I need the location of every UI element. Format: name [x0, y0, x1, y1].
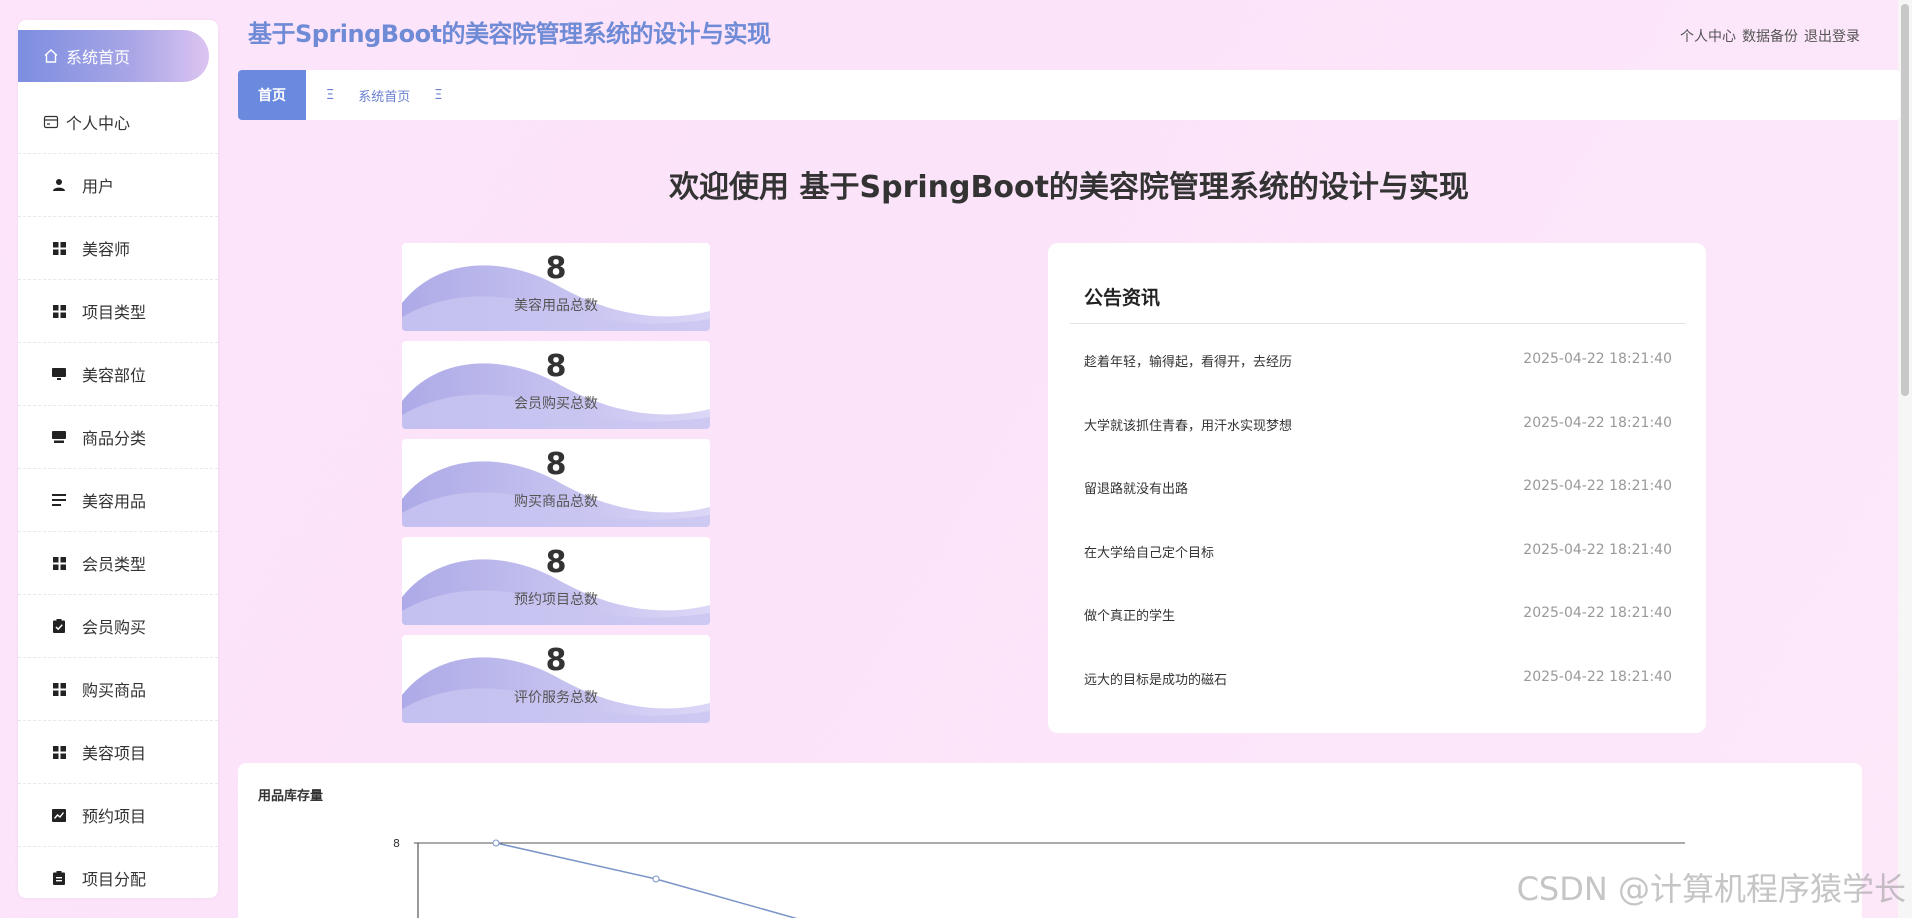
sidebar-item-label: 个人中心 — [66, 114, 131, 133]
breadcrumb-item[interactable]: 系统首页 — [358, 86, 410, 105]
stat-label: 美容用品总数 — [514, 298, 598, 314]
data-point — [492, 839, 500, 847]
user-icon — [50, 176, 68, 194]
sidebar-item-product-category[interactable]: 商品分类 — [18, 406, 218, 469]
grid-icon — [50, 680, 68, 698]
notice-title: 公告资讯 — [1084, 287, 1161, 309]
stat-label: 会员购买总数 — [514, 396, 598, 412]
stack-icon — [50, 428, 68, 446]
stat-label: 预约项目总数 — [514, 592, 598, 608]
divider — [1070, 323, 1686, 324]
notice-item[interactable]: 留退路就没有出路 2025-04-22 18:21:40 — [1084, 478, 1672, 497]
sidebar-item-project-type[interactable]: 项目类型 — [18, 280, 218, 343]
sidebar-item-profile[interactable]: 个人中心 — [18, 91, 218, 154]
clipboard-check-icon — [50, 617, 68, 635]
app-title: 基于SpringBoot的美容院管理系统的设计与实现 — [248, 20, 771, 48]
sidebar-item-label: 会员类型 — [82, 555, 147, 574]
clipboard-icon — [50, 869, 68, 887]
welcome-heading: 欢迎使用 基于SpringBoot的美容院管理系统的设计与实现 — [669, 170, 1469, 205]
list-icon — [50, 491, 68, 509]
monitor-icon — [50, 365, 68, 383]
backup-link[interactable]: 数据备份 — [1742, 26, 1798, 46]
series-line-group — [492, 839, 798, 918]
stat-value: 8 — [545, 251, 567, 286]
sidebar-item-buy-product[interactable]: 购买商品 — [18, 658, 218, 721]
grid-icon — [50, 302, 68, 320]
sidebar-item-beauty-supplies[interactable]: 美容用品 — [18, 469, 218, 532]
sidebar-item-member-purchase[interactable]: 会员购买 — [18, 595, 218, 658]
notice-item-date: 2025-04-22 18:21:40 — [1523, 669, 1672, 685]
notice-item-title[interactable]: 趁着年轻，输得起，看得开，去经历 — [1084, 351, 1292, 370]
sidebar-item-label: 项目类型 — [82, 303, 147, 322]
stat-value: 8 — [545, 643, 567, 678]
stat-label: 购买商品总数 — [514, 494, 598, 510]
tabs-bar: 首页 Ξ 系统首页 Ξ — [238, 70, 1900, 120]
notice-item[interactable]: 在大学给自己定个目标 2025-04-22 18:21:40 — [1084, 542, 1672, 561]
profile-link[interactable]: 个人中心 — [1680, 26, 1736, 46]
notice-panel: 公告资讯 趁着年轻，输得起，看得开，去经历 2025-04-22 18:21:4… — [1048, 243, 1706, 733]
sidebar-item-label: 会员购买 — [82, 618, 147, 637]
notice-item-date: 2025-04-22 18:21:40 — [1523, 351, 1672, 367]
tab-home[interactable]: 首页 — [238, 70, 306, 120]
sidebar-item-label: 系统首页 — [66, 48, 131, 67]
sidebar-item-user[interactable]: 用户 — [18, 154, 218, 217]
stat-value: 8 — [545, 349, 567, 384]
sidebar-item-appointment[interactable]: 预约项目 — [18, 784, 218, 847]
sidebar-item-beautician[interactable]: 美容师 — [18, 217, 218, 280]
sidebar-item-label: 预约项目 — [82, 807, 147, 826]
stat-value: 8 — [545, 545, 567, 580]
watermark: CSDN @计算机程序猿学长 — [1516, 870, 1906, 908]
sidebar-item-home[interactable]: 系统首页 — [18, 30, 209, 82]
stat-card: 8 预约项目总数 — [402, 537, 710, 625]
stat-card: 8 会员购买总数 — [402, 341, 710, 429]
sidebar-item-label: 项目分配 — [82, 870, 147, 889]
notice-item-title[interactable]: 做个真正的学生 — [1084, 605, 1175, 624]
sidebar-item-body-part[interactable]: 美容部位 — [18, 343, 218, 406]
grid-icon — [50, 554, 68, 572]
notice-item-date: 2025-04-22 18:21:40 — [1523, 605, 1672, 621]
page-scrollbar[interactable] — [1898, 0, 1912, 918]
notice-item-title[interactable]: 远大的目标是成功的磁石 — [1084, 669, 1227, 688]
sidebar: 系统首页 个人中心 用户 美容师 项目类型 美容部位 商品分类 美容用品 会员类… — [18, 20, 218, 898]
sidebar-item-label: 美容项目 — [82, 744, 147, 763]
sidebar-item-label: 美容用品 — [82, 492, 147, 511]
chart-icon — [50, 806, 68, 824]
stat-value: 8 — [545, 447, 567, 482]
sidebar-item-label: 商品分类 — [82, 429, 147, 448]
stat-label: 评价服务总数 — [514, 690, 598, 706]
notice-item-date: 2025-04-22 18:21:40 — [1523, 415, 1672, 431]
notice-item-title[interactable]: 在大学给自己定个目标 — [1084, 542, 1214, 561]
notice-item[interactable]: 做个真正的学生 2025-04-22 18:21:40 — [1084, 605, 1672, 624]
breadcrumb: Ξ 系统首页 Ξ — [326, 86, 442, 105]
scrollbar-thumb[interactable] — [1901, 4, 1909, 396]
grid-icon — [50, 743, 68, 761]
notice-item[interactable]: 趁着年轻，输得起，看得开，去经历 2025-04-22 18:21:40 — [1084, 351, 1672, 370]
notice-item-title[interactable]: 留退路就没有出路 — [1084, 478, 1188, 497]
sidebar-item-label: 购买商品 — [82, 681, 147, 700]
home-icon — [42, 47, 60, 65]
notice-item-date: 2025-04-22 18:21:40 — [1523, 542, 1672, 558]
stat-card: 8 评价服务总数 — [402, 635, 710, 723]
grid-icon — [50, 239, 68, 257]
notice-item-date: 2025-04-22 18:21:40 — [1523, 478, 1672, 494]
notice-item[interactable]: 远大的目标是成功的磁石 2025-04-22 18:21:40 — [1084, 669, 1672, 688]
data-point — [652, 875, 660, 883]
sidebar-item-label: 美容部位 — [82, 366, 147, 385]
sidebar-item-member-type[interactable]: 会员类型 — [18, 532, 218, 595]
card-icon — [42, 113, 60, 131]
breadcrumb-separator: Ξ — [434, 87, 443, 103]
stat-card: 8 美容用品总数 — [402, 243, 710, 331]
sidebar-item-project-assign[interactable]: 项目分配 — [18, 847, 218, 898]
notice-item-title[interactable]: 大学就该抓住青春，用汗水实现梦想 — [1084, 415, 1292, 434]
y-tick-label: 8 — [393, 837, 400, 850]
sidebar-item-label: 美容师 — [82, 240, 131, 259]
sidebar-item-beauty-project[interactable]: 美容项目 — [18, 721, 218, 784]
logout-link[interactable]: 退出登录 — [1804, 26, 1860, 46]
sidebar-item-label: 用户 — [82, 177, 115, 196]
top-links: 个人中心 数据备份 退出登录 — [1680, 26, 1860, 46]
notice-item[interactable]: 大学就该抓住青春，用汗水实现梦想 2025-04-22 18:21:40 — [1084, 415, 1672, 434]
stat-card: 8 购买商品总数 — [402, 439, 710, 527]
breadcrumb-separator: Ξ — [326, 87, 335, 103]
